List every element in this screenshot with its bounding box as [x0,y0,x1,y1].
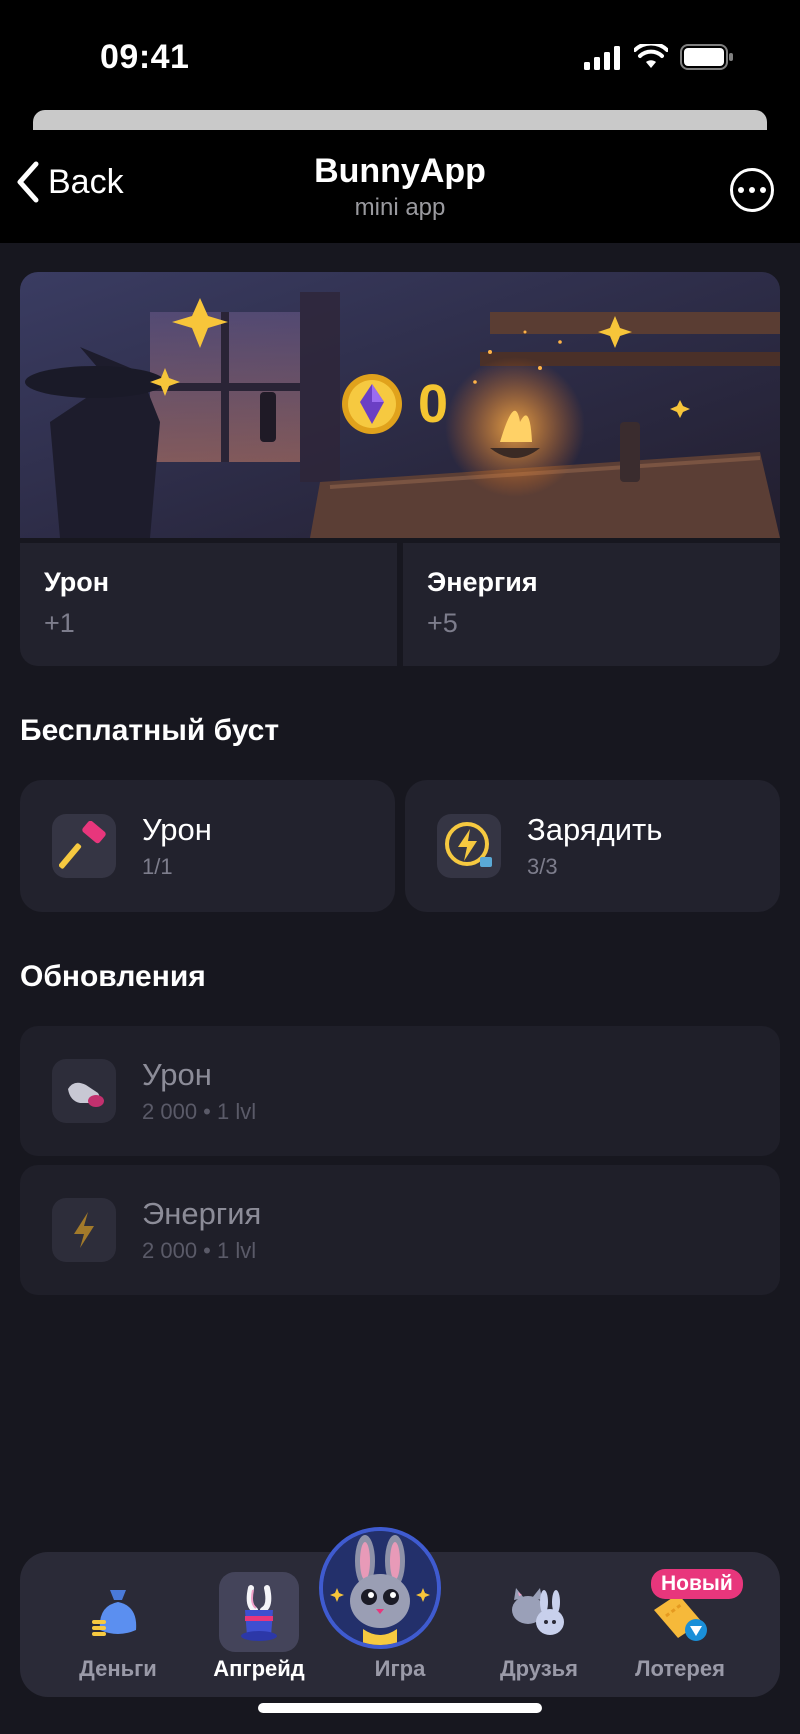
upgrades-title: Обновления [20,960,206,993]
wifi-icon [634,44,668,68]
upgrade-price: 2 000 • 1 lvl [142,1099,257,1124]
home-indicator [258,1703,542,1713]
tab-label: Лотерея [635,1656,725,1681]
upgrade-title: Энергия [142,1196,262,1231]
new-badge: Новый [651,1569,743,1599]
boost-title: Зарядить [527,812,663,847]
tab-upgrade[interactable]: Апгрейд [189,1552,329,1697]
status-bar: 09:41 [0,0,800,110]
tab-label: Деньги [79,1656,157,1681]
stat-value: +1 [44,608,75,638]
boost-damage-button[interactable]: Урон 1/1 [20,780,395,912]
balance-value: 0 [418,374,449,434]
stat-value: +5 [427,608,458,638]
boost-count: 1/1 [142,854,173,879]
stat-energy: Энергия +5 [403,543,780,666]
free-boost-title: Бесплатный буст [20,714,280,747]
stat-label: Урон [44,567,110,597]
crystal-coin-icon [342,374,402,434]
hero-banner: 0 [20,272,780,538]
bunny-avatar-icon [323,1531,437,1645]
money-bag-icon [78,1572,158,1652]
more-dot [760,187,766,193]
sheet-grabber-area [0,110,800,130]
app-subtitle: mini app [354,194,446,221]
more-button[interactable] [730,168,774,212]
stat-label: Энергия [427,567,538,597]
status-icons [584,44,734,70]
nav-bar: Back BunnyApp mini app [0,130,800,243]
tab-label: Апгрейд [213,1656,305,1681]
free-boost-row: Урон 1/1 Зарядить 3/3 [20,780,780,912]
tab-game-label: Игра [374,1656,426,1681]
sheet-grabber[interactable] [33,110,767,130]
magic-hat-icon [219,1572,299,1652]
lightning-icon [52,1198,116,1262]
upgrade-damage-button[interactable]: Урон 2 000 • 1 lvl [20,1026,780,1156]
tab-game[interactable] [319,1527,441,1649]
tab-friends[interactable]: Друзья [469,1552,609,1697]
status-time: 09:41 [100,38,190,76]
hammer-icon [52,814,116,878]
boost-title: Урон [142,812,212,847]
upgrade-price: 2 000 • 1 lvl [142,1238,257,1263]
lightning-charge-icon [437,814,501,878]
stats-row: Урон +1 Энергия +5 [20,543,780,666]
app-title: BunnyApp [314,152,486,190]
tab-label: Друзья [499,1656,579,1681]
glove-icon [52,1059,116,1123]
stat-damage: Урон +1 [20,543,397,666]
boost-recharge-button[interactable]: Зарядить 3/3 [405,780,780,912]
balance-display: 0 [340,372,448,436]
upgrade-energy-button[interactable]: Энергия 2 000 • 1 lvl [20,1165,780,1295]
friends-icon [499,1572,579,1652]
boost-count: 3/3 [527,854,558,879]
tab-money[interactable]: Деньги [48,1552,188,1697]
upgrade-title: Урон [142,1057,212,1092]
battery-icon [680,44,733,70]
more-dot [738,187,744,193]
signal-icon [584,46,620,70]
more-dot [749,187,755,193]
